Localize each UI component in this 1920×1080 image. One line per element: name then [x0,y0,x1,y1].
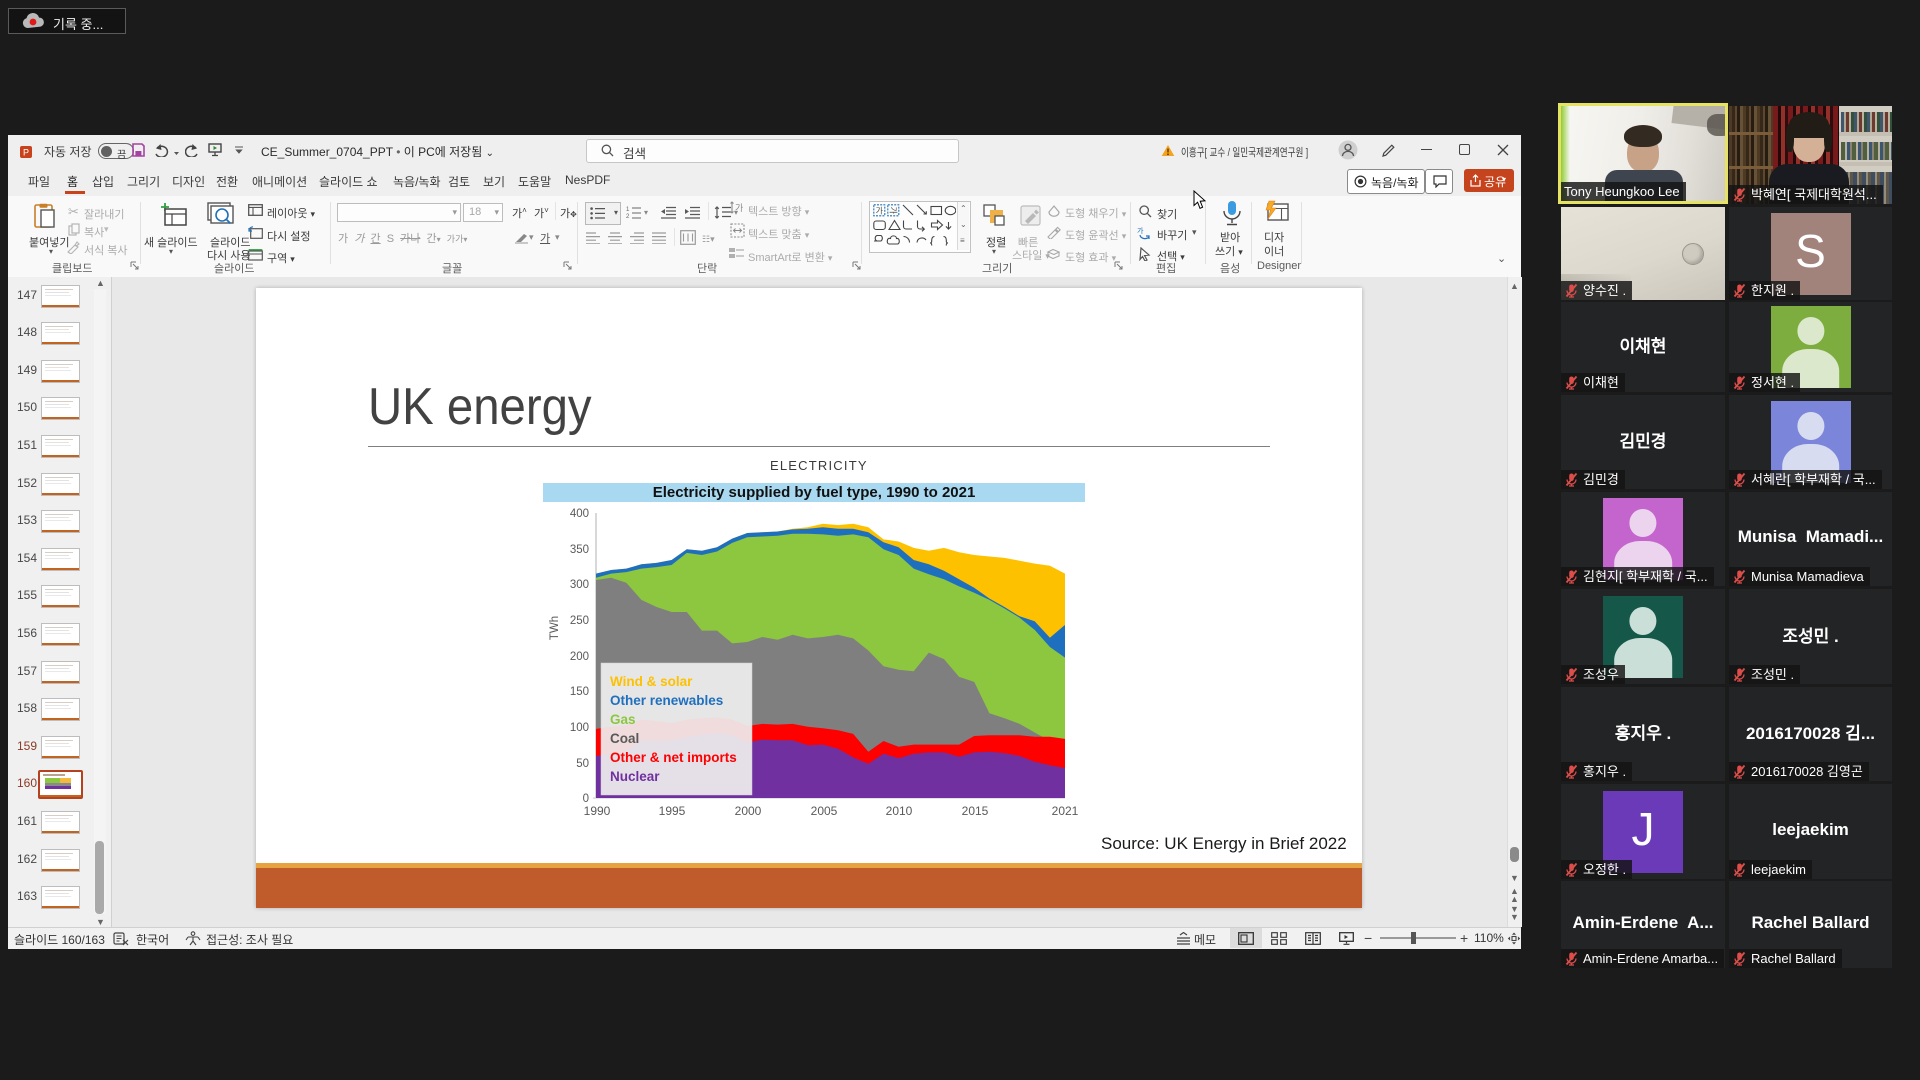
svg-text:가: 가 [735,203,743,213]
svg-text:가: 가 [1137,226,1144,235]
svg-text:2000: 2000 [735,804,762,818]
svg-text:2015: 2015 [962,804,989,818]
svg-text:200: 200 [570,651,589,663]
svg-text:2010: 2010 [886,804,913,818]
svg-text:1995: 1995 [659,804,686,818]
svg-text:2005: 2005 [811,804,838,818]
svg-text:Other renewables: Other renewables [610,693,723,708]
svg-text:TWh: TWh [549,616,561,640]
svg-text:Other & net imports: Other & net imports [610,750,737,765]
svg-text:1: 1 [626,207,630,213]
svg-text:Nuclear: Nuclear [610,769,660,784]
svg-text:2021: 2021 [1052,804,1079,818]
svg-text:1990: 1990 [584,804,611,818]
svg-text:Coal: Coal [610,731,639,746]
svg-text:가: 가 [889,207,898,215]
svg-text:가: 가 [876,207,884,216]
svg-text:300: 300 [570,579,589,591]
svg-text:2: 2 [626,214,630,219]
svg-text:150: 150 [570,686,589,698]
svg-text:250: 250 [570,615,589,627]
svg-text:Gas: Gas [610,712,636,727]
svg-text:400: 400 [570,508,589,520]
svg-text:Wind & solar: Wind & solar [610,674,693,689]
svg-text:100: 100 [570,722,589,734]
svg-text:P: P [23,148,29,158]
svg-text:50: 50 [576,758,589,770]
svg-text:350: 350 [570,544,589,556]
